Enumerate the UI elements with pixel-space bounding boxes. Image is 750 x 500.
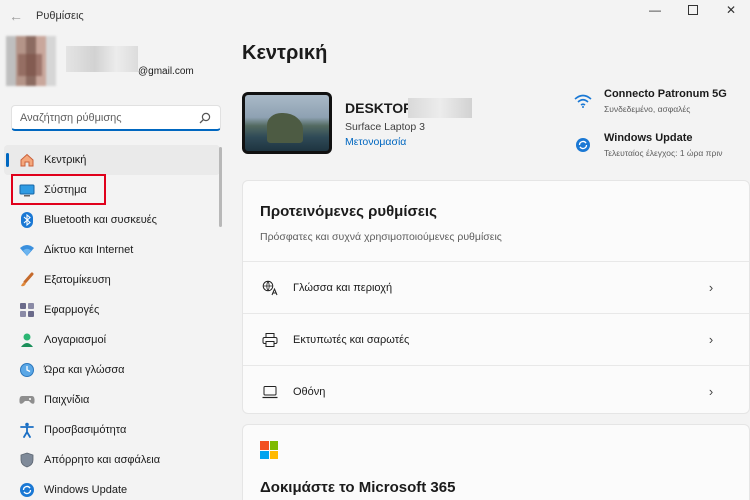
network-icon bbox=[18, 241, 36, 259]
recommended-row-printers[interactable]: Εκτυπωτές και σαρωτές › bbox=[243, 313, 749, 365]
recommended-title: Προτεινόμενες ρυθμίσεις bbox=[260, 203, 437, 220]
microsoft-logo-icon bbox=[260, 441, 278, 459]
network-state: Συνδεδεμένο, ασφαλές bbox=[604, 104, 691, 114]
sidebar-item-label: Εξατομίκευση bbox=[44, 274, 111, 286]
account-email: @gmail.com bbox=[138, 66, 194, 77]
page-title: Κεντρική bbox=[242, 42, 328, 64]
back-arrow-icon: ← bbox=[9, 8, 23, 24]
microsoft-365-card: Δοκιμάστε το Microsoft 365 bbox=[242, 424, 750, 500]
back-button[interactable]: ← bbox=[0, 0, 32, 32]
accessibility-icon bbox=[18, 421, 36, 439]
home-icon bbox=[18, 151, 36, 169]
apps-icon bbox=[18, 301, 36, 319]
sidebar-item-label: Windows Update bbox=[44, 484, 128, 496]
chevron-right-icon: › bbox=[708, 279, 714, 295]
system-icon bbox=[18, 181, 36, 199]
recommended-subtitle: Πρόσφατες και συχνά χρησιμοποιούμενες ρυ… bbox=[260, 231, 502, 243]
sidebar-item-label: Απόρρητο και ασφάλεια bbox=[44, 454, 161, 466]
sidebar-item-network[interactable]: Δίκτυο και Internet bbox=[4, 235, 220, 265]
minimize-icon: — bbox=[649, 3, 661, 17]
personalization-icon bbox=[18, 271, 36, 289]
sidebar-item-time-language[interactable]: Ώρα και γλώσσα bbox=[4, 355, 220, 385]
sync-icon bbox=[574, 136, 592, 154]
sidebar-item-label: Παιχνίδια bbox=[44, 394, 90, 406]
sidebar-item-privacy[interactable]: Απόρρητο και ασφάλεια bbox=[4, 445, 220, 475]
language-icon bbox=[261, 279, 279, 297]
main-content: Κεντρική DESKTOP Surface Laptop 3 Μετονο… bbox=[232, 32, 750, 500]
device-image bbox=[242, 92, 332, 154]
device-name-redacted bbox=[408, 98, 472, 118]
sidebar-item-label: Δίκτυο και Internet bbox=[44, 244, 134, 256]
update-last-checked: Τελευταίος έλεγχος: 1 ώρα πριν bbox=[604, 148, 723, 158]
sidebar-item-home[interactable]: Κεντρική bbox=[4, 145, 220, 175]
search-box[interactable] bbox=[11, 105, 221, 131]
sidebar-item-windows-update[interactable]: Windows Update bbox=[4, 475, 220, 500]
window-controls: — ✕ bbox=[636, 0, 750, 20]
update-title: Windows Update bbox=[604, 132, 693, 144]
sidebar: @gmail.com Κεντρική Σύστημα Bluetooth κα… bbox=[0, 32, 232, 500]
sidebar-item-accounts[interactable]: Λογαριασμοί bbox=[4, 325, 220, 355]
chevron-right-icon: › bbox=[708, 383, 714, 399]
search-input[interactable] bbox=[20, 111, 198, 124]
search-icon[interactable] bbox=[198, 111, 212, 125]
chevron-right-icon: › bbox=[708, 331, 714, 347]
sidebar-item-apps[interactable]: Εφαρμογές bbox=[4, 295, 220, 325]
bluetooth-icon bbox=[18, 211, 36, 229]
sidebar-item-label: Σύστημα bbox=[44, 184, 87, 196]
account-name-redacted bbox=[66, 46, 138, 72]
network-name: Connecto Patronum 5G bbox=[604, 88, 727, 100]
wifi-icon bbox=[574, 92, 592, 110]
sidebar-item-personalization[interactable]: Εξατομίκευση bbox=[4, 265, 220, 295]
sidebar-item-label: Bluetooth και συσκευές bbox=[44, 214, 157, 226]
maximize-button[interactable] bbox=[674, 0, 712, 20]
sidebar-item-label: Προσβασιμότητα bbox=[44, 424, 127, 436]
recommended-row-label: Εκτυπωτές και σαρωτές bbox=[293, 333, 410, 346]
sidebar-item-label: Κεντρική bbox=[44, 154, 87, 166]
close-button[interactable]: ✕ bbox=[712, 0, 750, 20]
windows-update-icon bbox=[18, 481, 36, 499]
rename-link[interactable]: Μετονομασία bbox=[345, 136, 406, 148]
title-bar: ← Ρυθμίσεις — ✕ bbox=[0, 0, 750, 32]
account-profile[interactable]: @gmail.com bbox=[0, 32, 232, 98]
maximize-icon bbox=[688, 5, 698, 15]
microsoft-365-title: Δοκιμάστε το Microsoft 365 bbox=[260, 479, 456, 496]
device-model: Surface Laptop 3 bbox=[345, 121, 425, 133]
privacy-icon bbox=[18, 451, 36, 469]
device-info: DESKTOP Surface Laptop 3 Μετονομασία bbox=[242, 92, 562, 156]
time-language-icon bbox=[18, 361, 36, 379]
sidebar-scrollbar[interactable] bbox=[219, 147, 222, 227]
recommended-row-label: Γλώσσα και περιοχή bbox=[293, 281, 393, 294]
minimize-button[interactable]: — bbox=[636, 0, 674, 20]
close-icon: ✕ bbox=[725, 3, 737, 17]
sidebar-item-system[interactable]: Σύστημα bbox=[4, 175, 220, 205]
display-icon bbox=[261, 383, 279, 401]
accounts-icon bbox=[18, 331, 36, 349]
recommended-row-language[interactable]: Γλώσσα και περιοχή › bbox=[243, 261, 749, 313]
sidebar-item-accessibility[interactable]: Προσβασιμότητα bbox=[4, 415, 220, 445]
recommended-settings-card: Προτεινόμενες ρυθμίσεις Πρόσφατες και συ… bbox=[242, 180, 750, 414]
sidebar-item-label: Λογαριασμοί bbox=[44, 334, 107, 346]
recommended-row-label: Οθόνη bbox=[293, 385, 326, 398]
app-title: Ρυθμίσεις bbox=[36, 10, 84, 22]
sidebar-item-label: Ώρα και γλώσσα bbox=[44, 364, 125, 376]
device-name: DESKTOP bbox=[345, 100, 413, 116]
sidebar-item-bluetooth[interactable]: Bluetooth και συσκευές bbox=[4, 205, 220, 235]
gaming-icon bbox=[18, 391, 36, 409]
recommended-row-display[interactable]: Οθόνη › bbox=[243, 365, 749, 417]
sidebar-nav: Κεντρική Σύστημα Bluetooth και συσκευές … bbox=[4, 145, 220, 500]
sidebar-item-gaming[interactable]: Παιχνίδια bbox=[4, 385, 220, 415]
avatar bbox=[6, 36, 56, 86]
sidebar-item-label: Εφαρμογές bbox=[44, 304, 100, 316]
printer-icon bbox=[261, 331, 279, 349]
